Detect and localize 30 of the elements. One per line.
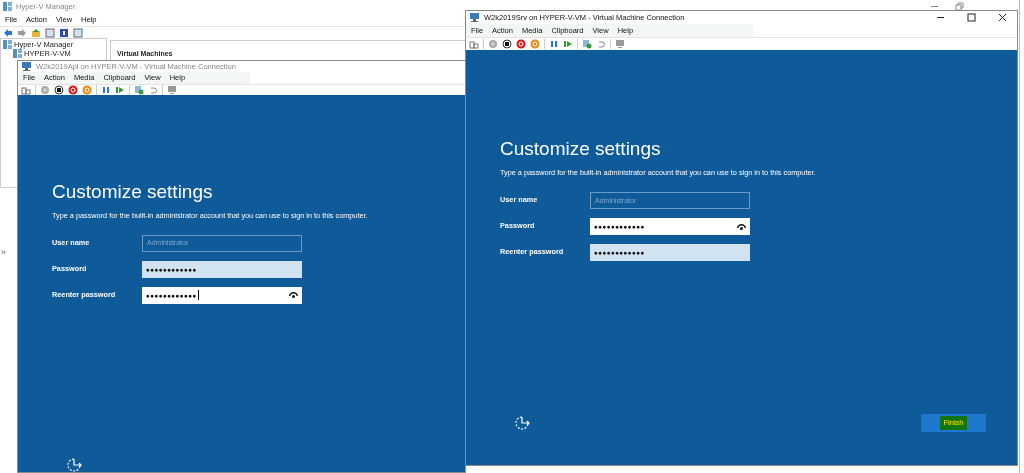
- play-icon[interactable]: [115, 84, 125, 95]
- undo-icon[interactable]: [596, 39, 606, 49]
- accessibility-icon[interactable]: [64, 456, 84, 472]
- panel-icon[interactable]: [45, 28, 55, 38]
- collapse-toggle[interactable]: »: [1, 247, 6, 257]
- server-icon: [3, 40, 12, 49]
- heading: Customize settings: [52, 180, 214, 203]
- eye-icon[interactable]: [289, 292, 298, 299]
- stop-icon[interactable]: [502, 39, 512, 49]
- heading: Customize settings: [500, 138, 662, 160]
- back-icon[interactable]: [3, 28, 13, 38]
- accessibility-icon[interactable]: [512, 413, 532, 432]
- vm-monitor-icon: [21, 61, 32, 73]
- stop-icon[interactable]: [54, 84, 64, 95]
- monitor-icon[interactable]: [615, 39, 625, 49]
- monitor-icon[interactable]: [167, 84, 177, 95]
- server-icon: [13, 49, 22, 58]
- folder-up-icon[interactable]: [31, 28, 41, 38]
- forward-icon[interactable]: [17, 28, 27, 38]
- panel-icon[interactable]: [73, 28, 83, 38]
- eye-icon[interactable]: [737, 223, 746, 230]
- pause-icon[interactable]: [101, 84, 111, 95]
- restore-icon[interactable]: [955, 2, 964, 11]
- maximize-icon[interactable]: [967, 13, 976, 22]
- undo-icon[interactable]: [148, 84, 158, 95]
- play-icon[interactable]: [563, 39, 573, 49]
- server-icon: [3, 2, 12, 11]
- vm-monitor-icon: [469, 12, 480, 23]
- close-icon[interactable]: [998, 13, 1007, 22]
- pause-icon[interactable]: [549, 39, 559, 49]
